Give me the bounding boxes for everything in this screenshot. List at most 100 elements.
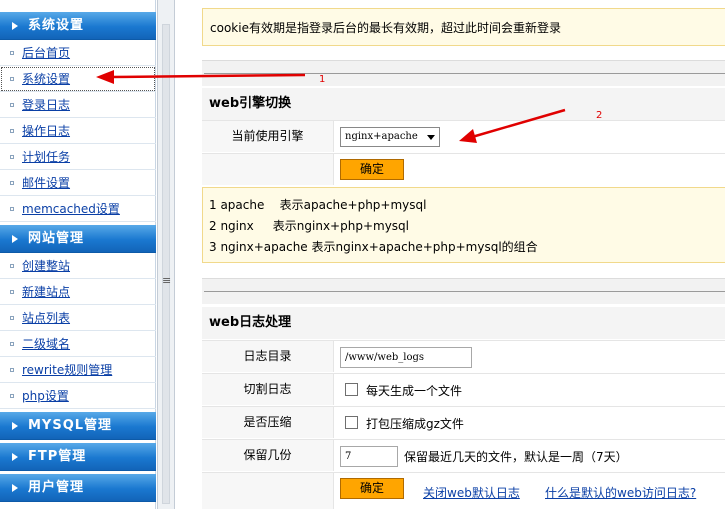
engine-confirm-button[interactable]: 确定: [340, 159, 404, 180]
empty-label-cell: [202, 473, 334, 509]
sidebar-item-scheduled-tasks[interactable]: 计划任务: [0, 144, 156, 170]
sidebar-item-label[interactable]: 操作日志: [22, 124, 70, 138]
default-log-help-link[interactable]: 什么是默认的web访问日志?: [545, 484, 696, 501]
annotation-label-2: 2: [596, 110, 603, 121]
sidebar-item-label[interactable]: 邮件设置: [22, 176, 70, 190]
frame-splitter[interactable]: ≡: [157, 0, 175, 509]
divider-line: [204, 73, 725, 74]
log-compress-label: 是否压缩: [202, 407, 334, 438]
keep-days-hint: 保留最近几天的文件，默认是一周（7天）: [404, 450, 628, 464]
log-cut-label: 切割日志: [202, 374, 334, 405]
engine-row: 当前使用引擎 nginx+apache: [202, 120, 725, 152]
sidebar-item-site-list[interactable]: 站点列表: [0, 305, 156, 331]
annotation-label-1: 1: [319, 74, 326, 85]
sidebar-item-php-settings[interactable]: php设置: [0, 383, 156, 409]
sidebar-item-system-settings[interactable]: 系统设置: [0, 66, 156, 92]
sidebar-section-mysql[interactable]: MYSQL管理: [0, 412, 156, 440]
sidebar-item-login-log[interactable]: 登录日志: [0, 92, 156, 118]
sidebar-item-new-site[interactable]: 新建站点: [0, 279, 156, 305]
section-title: FTP管理: [28, 449, 87, 464]
bullet-icon: [10, 129, 14, 133]
bullet-icon: [10, 207, 14, 211]
bullet-icon: [10, 368, 14, 372]
engine-label: 当前使用引擎: [202, 121, 334, 152]
daily-file-checkbox[interactable]: [345, 383, 358, 396]
bullet-icon: [10, 342, 14, 346]
expand-arrow-icon: [12, 484, 18, 492]
engine-confirm-row: 确定: [202, 153, 725, 185]
log-keep-row: 保留几份 7 保留最近几天的文件，默认是一周（7天）: [202, 439, 725, 471]
sidebar-item-label[interactable]: 站点列表: [22, 311, 70, 325]
chevron-down-icon: [427, 135, 435, 140]
expand-arrow-icon: [12, 453, 18, 461]
sidebar-section-ftp[interactable]: FTP管理: [0, 443, 156, 471]
log-dir-label: 日志目录: [202, 341, 334, 372]
bullet-icon: [10, 316, 14, 320]
splitter-track[interactable]: [162, 24, 170, 504]
expand-arrow-icon: [12, 235, 18, 243]
cookie-notice: cookie有效期是指登录后台的最长有效期，超过此时间会重新登录: [202, 8, 725, 46]
info-line: 2 nginx 表示nginx+php+mysql: [209, 219, 409, 233]
engine-select[interactable]: nginx+apache: [340, 127, 440, 147]
sidebar-section-users[interactable]: 用户管理: [0, 474, 156, 502]
sidebar: 系统设置 后台首页 系统设置 登录日志 操作日志 计划任务 邮件设置 memca…: [0, 0, 156, 509]
close-default-log-link[interactable]: 关闭web默认日志: [423, 484, 520, 501]
info-line: 1 apache 表示apache+php+mysql: [209, 198, 427, 212]
gz-compress-checkbox[interactable]: [345, 416, 358, 429]
sidebar-item-dashboard[interactable]: 后台首页: [0, 40, 156, 66]
log-dir-input[interactable]: /www/web_logs: [340, 347, 472, 368]
sidebar-item-label[interactable]: 创建整站: [22, 259, 70, 273]
bullet-icon: [10, 394, 14, 398]
empty-label-cell: [202, 154, 334, 185]
sidebar-section-system[interactable]: 系统设置: [0, 12, 156, 40]
sidebar-item-label[interactable]: 新建站点: [22, 285, 70, 299]
sidebar-item-label[interactable]: memcached设置: [22, 202, 120, 216]
section-title: 用户管理: [28, 480, 85, 495]
splitter-grip-icon[interactable]: ≡: [162, 275, 171, 286]
log-actions-row: 确定 关闭web默认日志 什么是默认的web访问日志?: [202, 472, 725, 509]
section-title: MYSQL管理: [28, 418, 113, 433]
bullet-icon: [10, 103, 14, 107]
daily-file-text: 每天生成一个文件: [366, 384, 463, 398]
section-divider: [202, 278, 725, 304]
info-line: 3 nginx+apache 表示nginx+apache+php+mysql的…: [209, 240, 538, 254]
section-divider: [202, 60, 725, 86]
bullet-icon: [10, 51, 14, 55]
sidebar-item-label[interactable]: 计划任务: [22, 150, 70, 164]
log-confirm-button[interactable]: 确定: [340, 478, 404, 499]
keep-days-input[interactable]: 7: [340, 446, 398, 467]
sidebar-item-label[interactable]: php设置: [22, 389, 69, 403]
sidebar-item-label[interactable]: rewrite规则管理: [22, 363, 112, 377]
bullet-icon: [10, 181, 14, 185]
sidebar-item-rewrite-rules[interactable]: rewrite规则管理: [0, 357, 156, 383]
sidebar-item-operation-log[interactable]: 操作日志: [0, 118, 156, 144]
log-keep-label: 保留几份: [202, 440, 334, 471]
log-dir-row: 日志目录 /www/web_logs: [202, 340, 725, 372]
sidebar-item-create-full-site[interactable]: 创建整站: [0, 253, 156, 279]
log-section-title: web日志处理: [202, 307, 725, 339]
expand-arrow-icon: [12, 22, 18, 30]
expand-arrow-icon: [12, 422, 18, 430]
section-title: 网站管理: [28, 231, 85, 246]
engine-select-value: nginx+apache: [345, 131, 418, 142]
sidebar-item-memcached[interactable]: memcached设置: [0, 196, 156, 222]
log-compress-row: 是否压缩 打包压缩成gz文件: [202, 406, 725, 438]
bullet-icon: [10, 77, 14, 81]
section-title: 系统设置: [28, 18, 85, 33]
sidebar-item-subdomain[interactable]: 二级域名: [0, 331, 156, 357]
bullet-icon: [10, 264, 14, 268]
sidebar-section-sites[interactable]: 网站管理: [0, 225, 156, 253]
sidebar-item-label[interactable]: 后台首页: [22, 46, 70, 60]
log-cut-row: 切割日志 每天生成一个文件: [202, 373, 725, 405]
divider-line: [204, 291, 725, 292]
bullet-icon: [10, 290, 14, 294]
sidebar-item-label[interactable]: 系统设置: [22, 72, 70, 86]
sidebar-item-label[interactable]: 登录日志: [22, 98, 70, 112]
main-content: cookie有效期是指登录后台的最长有效期，超过此时间会重新登录 web引擎切换…: [176, 0, 725, 509]
app-window: 系统设置 后台首页 系统设置 登录日志 操作日志 计划任务 邮件设置 memca…: [0, 0, 725, 509]
gz-compress-text: 打包压缩成gz文件: [366, 417, 464, 431]
sidebar-item-label[interactable]: 二级域名: [22, 337, 70, 351]
sidebar-item-mail-settings[interactable]: 邮件设置: [0, 170, 156, 196]
engine-info-box: 1 apache 表示apache+php+mysql 2 nginx 表示ng…: [202, 187, 725, 263]
bullet-icon: [10, 155, 14, 159]
